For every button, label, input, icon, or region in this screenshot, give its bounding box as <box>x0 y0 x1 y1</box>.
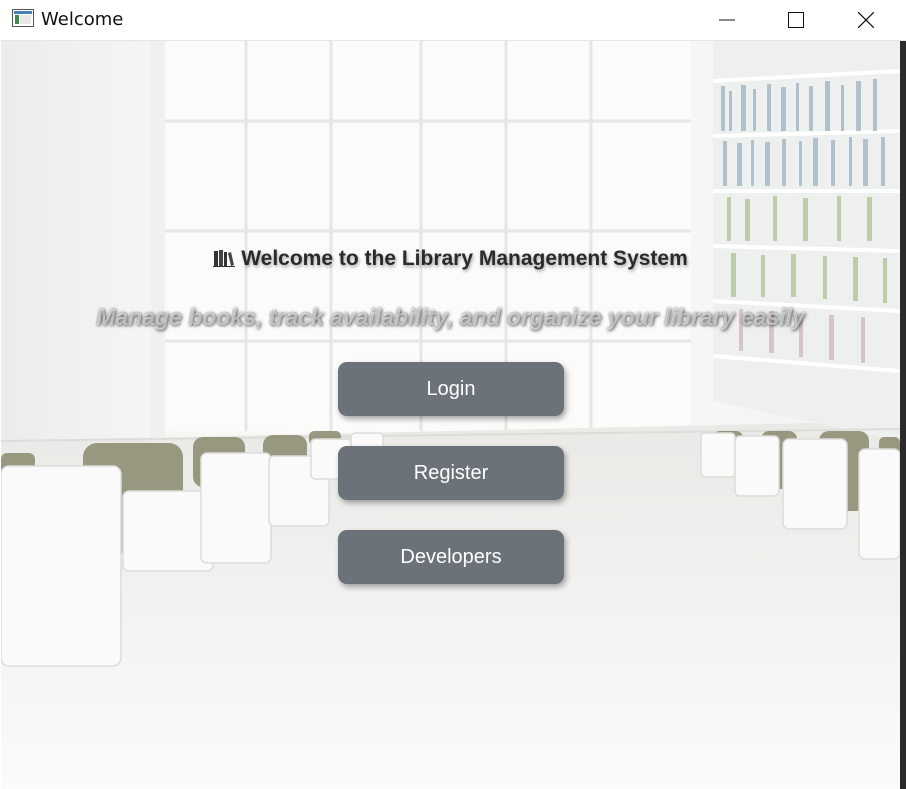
window-title-bar: Welcome <box>0 0 906 41</box>
books-icon <box>213 250 236 267</box>
close-icon <box>858 12 874 28</box>
maximize-button[interactable] <box>773 0 819 40</box>
register-button[interactable]: Register <box>338 446 564 500</box>
app-icon <box>12 9 34 27</box>
welcome-panel: Welcome to the Library Management System… <box>1 41 900 789</box>
close-button[interactable] <box>843 0 889 40</box>
minimize-button[interactable] <box>704 0 750 40</box>
login-button[interactable]: Login <box>338 362 564 416</box>
maximize-icon <box>788 12 804 28</box>
page-subtitle: Manage books, track availability, and or… <box>96 304 805 330</box>
minimize-icon <box>719 19 735 21</box>
window-right-edge <box>900 41 906 789</box>
window-title: Welcome <box>41 9 124 30</box>
page-title: Welcome to the Library Management System <box>1 247 900 271</box>
page-title-text: Welcome to the Library Management System <box>241 247 688 270</box>
developers-button[interactable]: Developers <box>338 530 564 584</box>
